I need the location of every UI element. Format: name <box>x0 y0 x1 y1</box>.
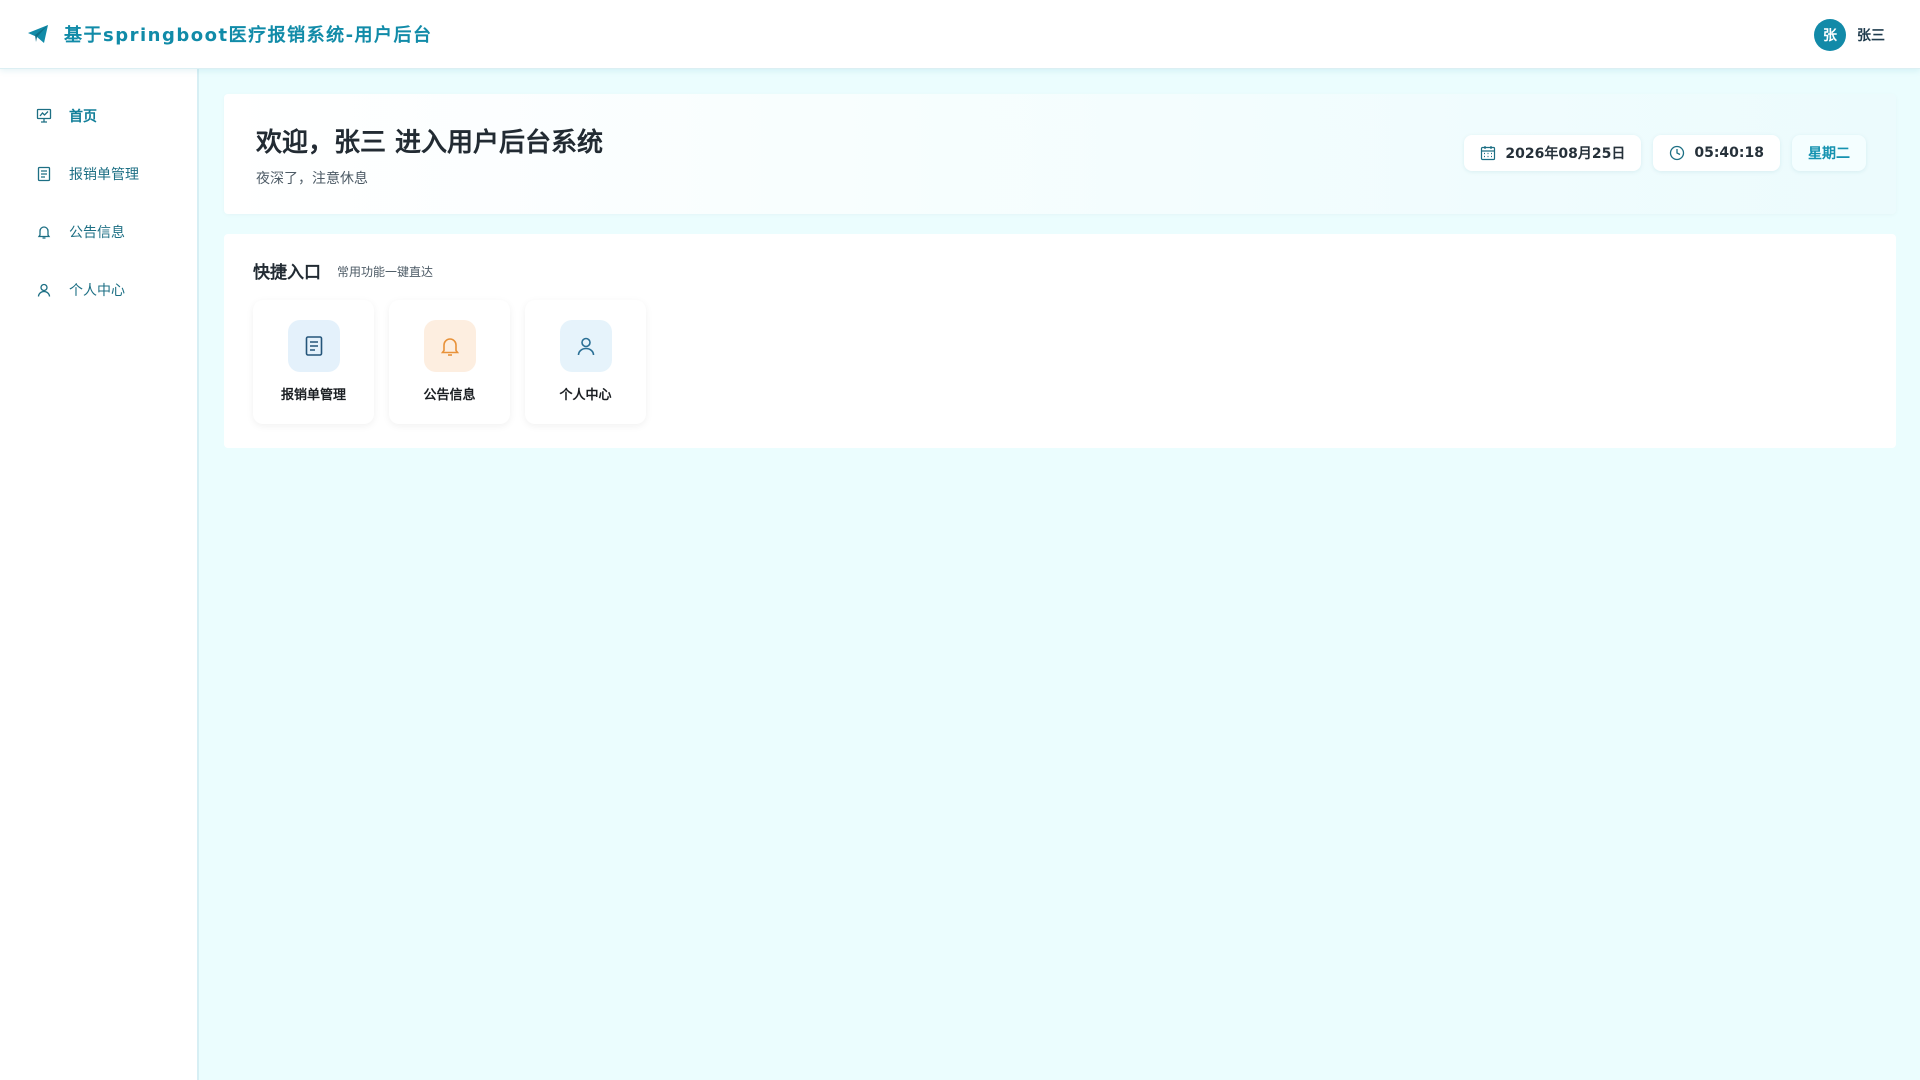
user-icon <box>35 281 53 299</box>
time-chip: 05:40:18 <box>1653 135 1780 171</box>
quick-item-reimbursement[interactable]: 报销单管理 <box>253 300 374 424</box>
date-chip: 2026年08月25日 <box>1464 135 1642 171</box>
quick-item-profile[interactable]: 个人中心 <box>525 300 646 424</box>
app-title: 基于springboot医疗报销系统-用户后台 <box>64 25 433 46</box>
quick-item-label: 个人中心 <box>559 388 612 403</box>
document-list-icon <box>35 165 53 183</box>
quick-entry-card: 快捷入口 常用功能一键直达 报销单管理 公告信息 个人中心 <box>224 234 1896 448</box>
calendar-icon <box>1480 145 1496 161</box>
quick-item-label: 报销单管理 <box>280 388 346 403</box>
welcome-title: 欢迎，张三 进入用户后台系统 <box>256 128 604 158</box>
quick-entry-list: 报销单管理 公告信息 个人中心 <box>253 300 646 424</box>
user-name[interactable]: 张三 <box>1857 25 1885 45</box>
bell-icon <box>423 320 476 372</box>
quick-entry-subtitle: 常用功能一键直达 <box>337 265 434 279</box>
user-icon <box>559 320 612 372</box>
bell-icon <box>35 223 53 241</box>
quick-item-label: 公告信息 <box>423 388 476 403</box>
user-menu[interactable]: 张 张三 <box>1814 19 1885 51</box>
quick-entry-title: 快捷入口 <box>253 263 321 283</box>
sidebar-item-home[interactable]: 首页 <box>0 87 197 145</box>
welcome-subtitle: 夜深了，注意休息 <box>256 171 368 187</box>
clock-icon <box>1669 145 1685 161</box>
sidebar-item-notice[interactable]: 公告信息 <box>0 203 197 261</box>
weekday-text: 星期二 <box>1808 146 1850 162</box>
info-chips: 2026年08月25日 05:40:18 星期二 <box>1464 135 1866 171</box>
sidebar-item-label: 报销单管理 <box>69 167 139 183</box>
paper-plane-icon <box>26 22 50 46</box>
welcome-card: 欢迎，张三 进入用户后台系统 夜深了，注意休息 2026年08月25日 05:4… <box>224 94 1896 214</box>
sidebar: 首页 报销单管理 公告信息 个人中心 <box>0 69 199 1080</box>
sidebar-item-label: 个人中心 <box>69 283 125 299</box>
sidebar-item-label: 首页 <box>69 109 97 125</box>
document-list-icon <box>287 320 340 372</box>
date-text: 2026年08月25日 <box>1505 146 1626 162</box>
sidebar-item-profile[interactable]: 个人中心 <box>0 261 197 319</box>
time-text: 05:40:18 <box>1694 145 1764 161</box>
sidebar-item-reimbursement[interactable]: 报销单管理 <box>0 145 197 203</box>
weekday-chip: 星期二 <box>1792 135 1866 171</box>
top-header: 基于springboot医疗报销系统-用户后台 张 张三 <box>0 0 1920 69</box>
quick-item-notice[interactable]: 公告信息 <box>389 300 510 424</box>
presentation-chart-icon <box>35 107 53 125</box>
avatar[interactable]: 张 <box>1814 19 1846 51</box>
sidebar-item-label: 公告信息 <box>69 225 125 241</box>
